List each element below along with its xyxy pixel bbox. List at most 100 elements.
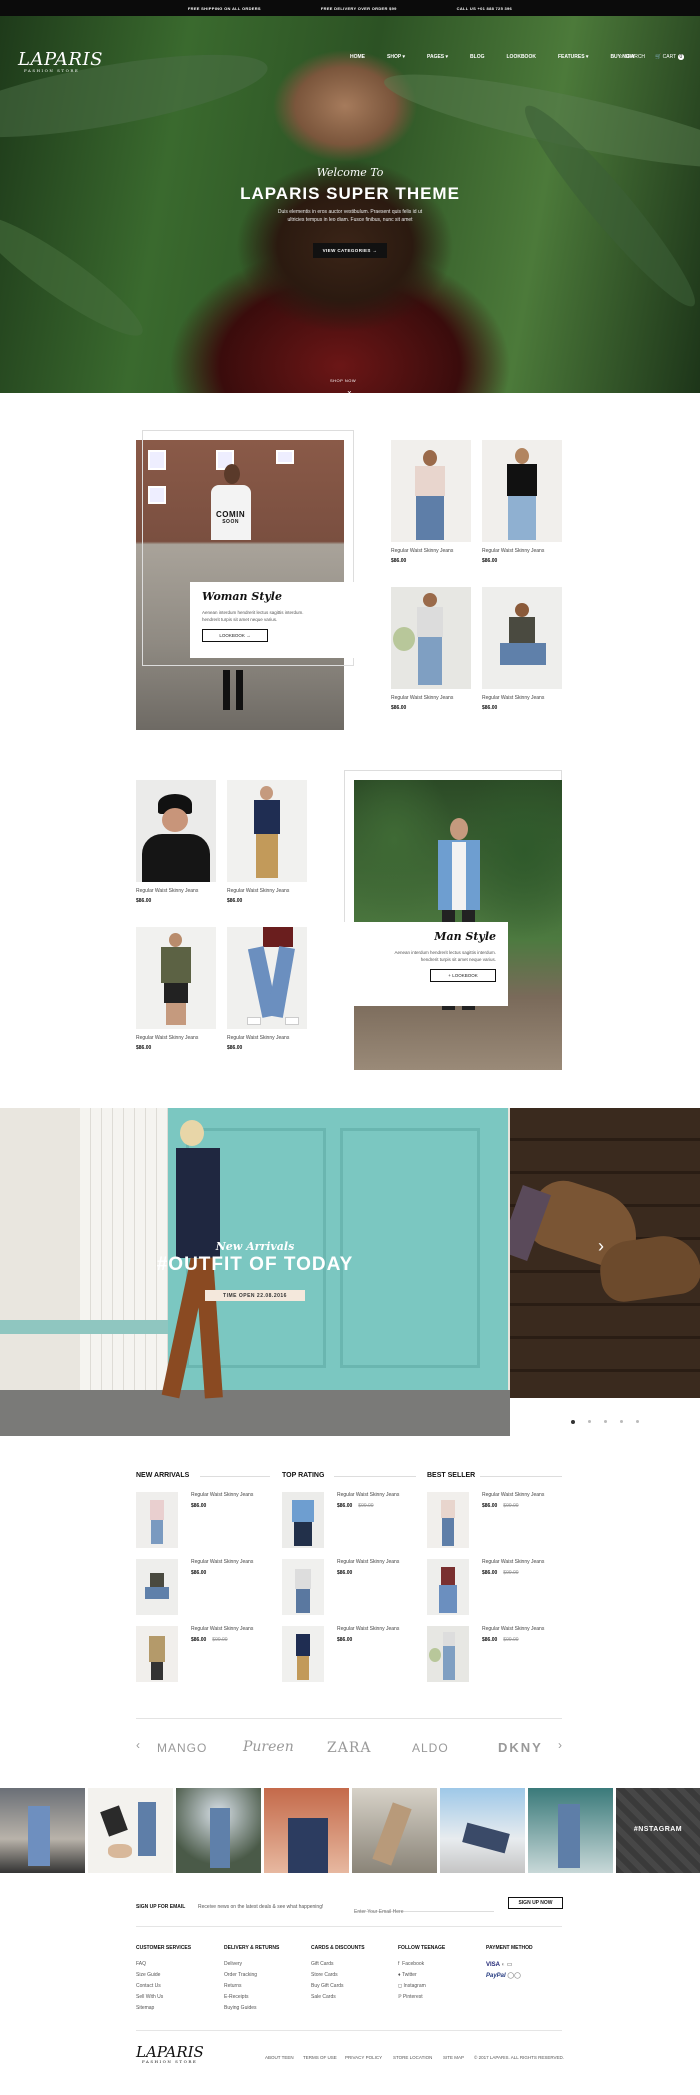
- list-item-image[interactable]: [282, 1559, 324, 1615]
- footer-bottom-link[interactable]: SITE MAP: [443, 2055, 464, 2060]
- instagram-photo[interactable]: [440, 1788, 525, 1873]
- footer-link[interactable]: Buying Guides: [224, 2005, 257, 2011]
- nav-blog[interactable]: BLOG: [470, 54, 484, 60]
- footer-link[interactable]: Sale Cards: [311, 1994, 336, 2000]
- footer-social-twitter[interactable]: ♦ Twitter: [398, 1972, 417, 1978]
- list-item-name[interactable]: Regular Waist Skinny Jeans: [482, 1559, 544, 1565]
- instagram-photo[interactable]: [264, 1788, 349, 1873]
- footer-social-instagram[interactable]: ◻ Instagram: [398, 1983, 426, 1989]
- list-item-name[interactable]: Regular Waist Skinny Jeans: [337, 1626, 399, 1632]
- slider-dot-active[interactable]: [571, 1420, 575, 1424]
- instagram-tile[interactable]: #NSTAGRAM: [616, 1788, 700, 1873]
- product-image[interactable]: [482, 440, 562, 542]
- slider-dot[interactable]: [588, 1420, 591, 1423]
- nav-pages[interactable]: PAGES ▾: [427, 54, 448, 60]
- footer-link[interactable]: Order Tracking: [224, 1972, 257, 1978]
- footer-link[interactable]: Contact Us: [136, 1983, 161, 1989]
- footer-bottom-link[interactable]: ABOUT TEEN: [265, 2055, 294, 2060]
- shop-now-link[interactable]: SHOP NOW: [330, 378, 356, 383]
- footer-bottom-link[interactable]: PRIVACY POLICY: [345, 2055, 382, 2060]
- footer-link[interactable]: Sell With Us: [136, 1994, 163, 2000]
- list-item-image[interactable]: [136, 1492, 178, 1548]
- product-image[interactable]: [136, 780, 216, 882]
- footer-link[interactable]: E-Receipts: [224, 1994, 248, 2000]
- list-item-image[interactable]: [136, 1626, 178, 1682]
- slider-dot[interactable]: [620, 1420, 623, 1423]
- product-image[interactable]: [227, 780, 307, 882]
- man-lookbook-button[interactable]: + LOOKBOOK: [430, 969, 496, 982]
- footer-bottom-link[interactable]: STORE LOCATION: [393, 2055, 432, 2060]
- chevron-left-icon[interactable]: ‹: [136, 1738, 140, 1752]
- brand-zara[interactable]: ZARA: [327, 1740, 372, 1756]
- divider: [334, 1476, 416, 1477]
- cart-button[interactable]: 🛒 CART 0: [655, 54, 685, 60]
- footer-link[interactable]: Delivery: [224, 1961, 242, 1967]
- product-image[interactable]: [136, 927, 216, 1029]
- footer-link[interactable]: Store Cards: [311, 1972, 338, 1978]
- shoes-slide[interactable]: ›: [510, 1108, 700, 1398]
- sign-up-button[interactable]: SIGN UP NOW: [508, 1897, 563, 1909]
- view-categories-button[interactable]: VIEW CATEGORIES →: [313, 243, 387, 258]
- product-name[interactable]: Regular Waist Skinny Jeans: [391, 695, 453, 701]
- brand-dkny[interactable]: DKNY: [498, 1740, 543, 1755]
- slider-dot[interactable]: [636, 1420, 639, 1423]
- product-name[interactable]: Regular Waist Skinny Jeans: [136, 888, 198, 894]
- product-name[interactable]: Regular Waist Skinny Jeans: [482, 548, 544, 554]
- email-field[interactable]: Enter Your Email Here: [354, 1900, 494, 1915]
- product-image[interactable]: [482, 587, 562, 689]
- list-item-image[interactable]: [282, 1626, 324, 1682]
- product-name[interactable]: Regular Waist Skinny Jeans: [482, 695, 544, 701]
- woman-lookbook-button[interactable]: LOOKBOOK →: [202, 629, 268, 642]
- instagram-photo[interactable]: [176, 1788, 261, 1873]
- outfit-banner[interactable]: New Arrivals #OUTFIT OF TODAY TIME OPEN …: [0, 1108, 510, 1436]
- product-name[interactable]: Regular Waist Skinny Jeans: [391, 548, 453, 554]
- product-image[interactable]: [391, 440, 471, 542]
- chevron-down-icon[interactable]: ⌄: [346, 386, 353, 393]
- list-item-image[interactable]: [282, 1492, 324, 1548]
- footer-bottom-link[interactable]: TERMS OF USE: [303, 2055, 337, 2060]
- site-logo[interactable]: LAPARIS FASHION STORE: [18, 49, 103, 73]
- list-item-name[interactable]: Regular Waist Skinny Jeans: [191, 1559, 253, 1565]
- brand-pureen[interactable]: Pureen: [243, 1739, 294, 1755]
- list-item-name[interactable]: Regular Waist Skinny Jeans: [191, 1626, 253, 1632]
- list-item-name[interactable]: Regular Waist Skinny Jeans: [337, 1559, 399, 1565]
- nav-home[interactable]: HOME: [350, 54, 365, 60]
- nav-lookbook[interactable]: LOOKBOOK: [507, 54, 536, 60]
- footer-logo[interactable]: LAPARIS FASHION STORE: [136, 2043, 204, 2064]
- footer-link[interactable]: Returns: [224, 1983, 242, 1989]
- product-name[interactable]: Regular Waist Skinny Jeans: [136, 1035, 198, 1041]
- nav-shop[interactable]: SHOP ▾: [387, 54, 405, 60]
- list-item-name[interactable]: Regular Waist Skinny Jeans: [482, 1492, 544, 1498]
- list-item-price: $86.00 $99.00: [482, 1637, 519, 1643]
- footer-link[interactable]: Buy Gift Cards: [311, 1983, 344, 1989]
- list-item-name[interactable]: Regular Waist Skinny Jeans: [482, 1626, 544, 1632]
- list-item-image[interactable]: [136, 1559, 178, 1615]
- product-image[interactable]: [227, 927, 307, 1029]
- instagram-photo[interactable]: [88, 1788, 173, 1873]
- slider-dot[interactable]: [604, 1420, 607, 1423]
- footer-link[interactable]: FAQ: [136, 1961, 146, 1967]
- footer-social-pinterest[interactable]: ℙ Pinterest: [398, 1994, 423, 2000]
- list-item-image[interactable]: [427, 1626, 469, 1682]
- nav-features-label: FEATURES: [557, 54, 585, 60]
- instagram-photo[interactable]: [352, 1788, 437, 1873]
- search-button[interactable]: ⌕ SEARCH: [620, 54, 645, 60]
- instagram-photo[interactable]: [528, 1788, 613, 1873]
- product-image[interactable]: [391, 587, 471, 689]
- footer-social-facebook[interactable]: f Facebook: [398, 1961, 424, 1967]
- list-item-name[interactable]: Regular Waist Skinny Jeans: [191, 1492, 253, 1498]
- brand-mango[interactable]: MANGO: [157, 1741, 207, 1755]
- brand-aldo[interactable]: ALDO: [412, 1741, 449, 1755]
- footer-link[interactable]: Gift Cards: [311, 1961, 334, 1967]
- list-item-image[interactable]: [427, 1492, 469, 1548]
- list-item-image[interactable]: [427, 1559, 469, 1615]
- chevron-right-icon[interactable]: ›: [598, 1236, 604, 1257]
- footer-link[interactable]: Size Guide: [136, 1972, 160, 1978]
- list-item-name[interactable]: Regular Waist Skinny Jeans: [337, 1492, 399, 1498]
- chevron-right-icon[interactable]: ›: [558, 1738, 562, 1752]
- instagram-photo[interactable]: [0, 1788, 85, 1873]
- product-name[interactable]: Regular Waist Skinny Jeans: [227, 888, 289, 894]
- footer-link[interactable]: Sitemap: [136, 2005, 154, 2011]
- nav-features[interactable]: FEATURES ▾: [558, 54, 588, 60]
- product-name[interactable]: Regular Waist Skinny Jeans: [227, 1035, 289, 1041]
